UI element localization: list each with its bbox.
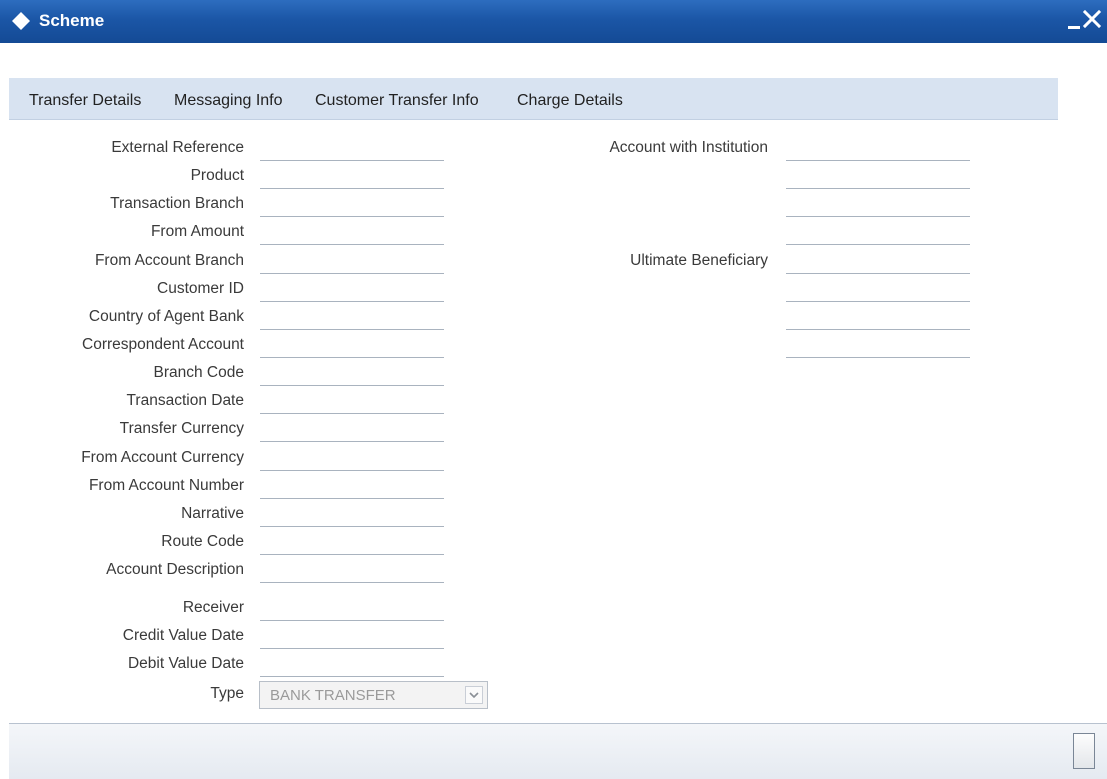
account-with-institution-field-1[interactable]	[786, 141, 970, 161]
footer-bar	[9, 724, 1107, 779]
ultimate-beneficiary-field-3[interactable]	[786, 310, 970, 330]
from-amount-field[interactable]	[260, 225, 444, 245]
customer-id-label: Customer ID	[157, 280, 244, 297]
type-select-value: BANK TRANSFER	[270, 687, 396, 704]
account-description-label: Account Description	[106, 561, 244, 578]
tab-bar: Transfer Details Messaging Info Customer…	[9, 78, 1058, 120]
type-select[interactable]: BANK TRANSFER	[259, 681, 488, 709]
tab-charge-details[interactable]: Charge Details	[517, 92, 623, 110]
debit-value-date-field[interactable]	[260, 657, 444, 677]
ultimate-beneficiary-field-1[interactable]	[786, 254, 970, 274]
tab-customer-transfer-info[interactable]: Customer Transfer Info	[315, 92, 479, 110]
diamond-icon	[12, 12, 30, 30]
tab-messaging-info[interactable]: Messaging Info	[174, 92, 283, 110]
transaction-date-field[interactable]	[260, 394, 444, 414]
account-with-institution-field-4[interactable]	[786, 225, 970, 245]
from-account-currency-field[interactable]	[260, 451, 444, 471]
scheme-window: Scheme Transfer Details Messaging Info C…	[0, 0, 1107, 779]
correspondent-account-field[interactable]	[260, 338, 444, 358]
title-bar: Scheme	[0, 0, 1107, 43]
transaction-date-label: Transaction Date	[126, 392, 244, 409]
transaction-branch-field[interactable]	[260, 197, 444, 217]
ultimate-beneficiary-field-2[interactable]	[786, 282, 970, 302]
chevron-down-icon[interactable]	[465, 686, 483, 704]
tab-transfer-details[interactable]: Transfer Details	[29, 92, 141, 110]
window-title: Scheme	[39, 11, 105, 30]
account-with-institution-field-2[interactable]	[786, 169, 970, 189]
from-account-number-field[interactable]	[260, 479, 444, 499]
route-code-field[interactable]	[260, 535, 444, 555]
correspondent-account-label: Correspondent Account	[82, 336, 244, 353]
close-icon[interactable]	[1082, 6, 1102, 34]
country-of-agent-bank-field[interactable]	[260, 310, 444, 330]
debit-value-date-label: Debit Value Date	[127, 655, 244, 672]
minimize-icon[interactable]	[1068, 10, 1080, 36]
transfer-currency-field[interactable]	[260, 422, 444, 442]
credit-value-date-field[interactable]	[260, 629, 444, 649]
narrative-label: Narrative	[181, 505, 244, 522]
account-with-institution-field-3[interactable]	[786, 197, 970, 217]
branch-code-field[interactable]	[260, 366, 444, 386]
ultimate-beneficiary-label: Ultimate Beneficiary	[630, 252, 768, 269]
credit-value-date-label: Credit Value Date	[122, 627, 244, 644]
footer-button[interactable]	[1073, 733, 1095, 769]
branch-code-label: Branch Code	[153, 364, 244, 381]
from-account-currency-label: From Account Currency	[81, 449, 244, 466]
from-amount-label: From Amount	[150, 223, 244, 240]
customer-id-field[interactable]	[260, 282, 444, 302]
type-label: Type	[210, 685, 244, 702]
receiver-field[interactable]	[260, 601, 444, 621]
narrative-field[interactable]	[260, 507, 444, 527]
transaction-branch-label: Transaction Branch	[110, 195, 244, 212]
product-label: Product	[190, 167, 244, 184]
route-code-label: Route Code	[161, 533, 244, 550]
account-description-field[interactable]	[260, 563, 444, 583]
account-with-institution-label: Account with Institution	[609, 139, 768, 156]
product-field[interactable]	[260, 169, 444, 189]
ultimate-beneficiary-field-4[interactable]	[786, 338, 970, 358]
country-of-agent-bank-label: Country of Agent Bank	[88, 308, 244, 325]
from-account-number-label: From Account Number	[88, 477, 244, 494]
receiver-label: Receiver	[182, 599, 244, 616]
transfer-currency-label: Transfer Currency	[119, 420, 244, 437]
